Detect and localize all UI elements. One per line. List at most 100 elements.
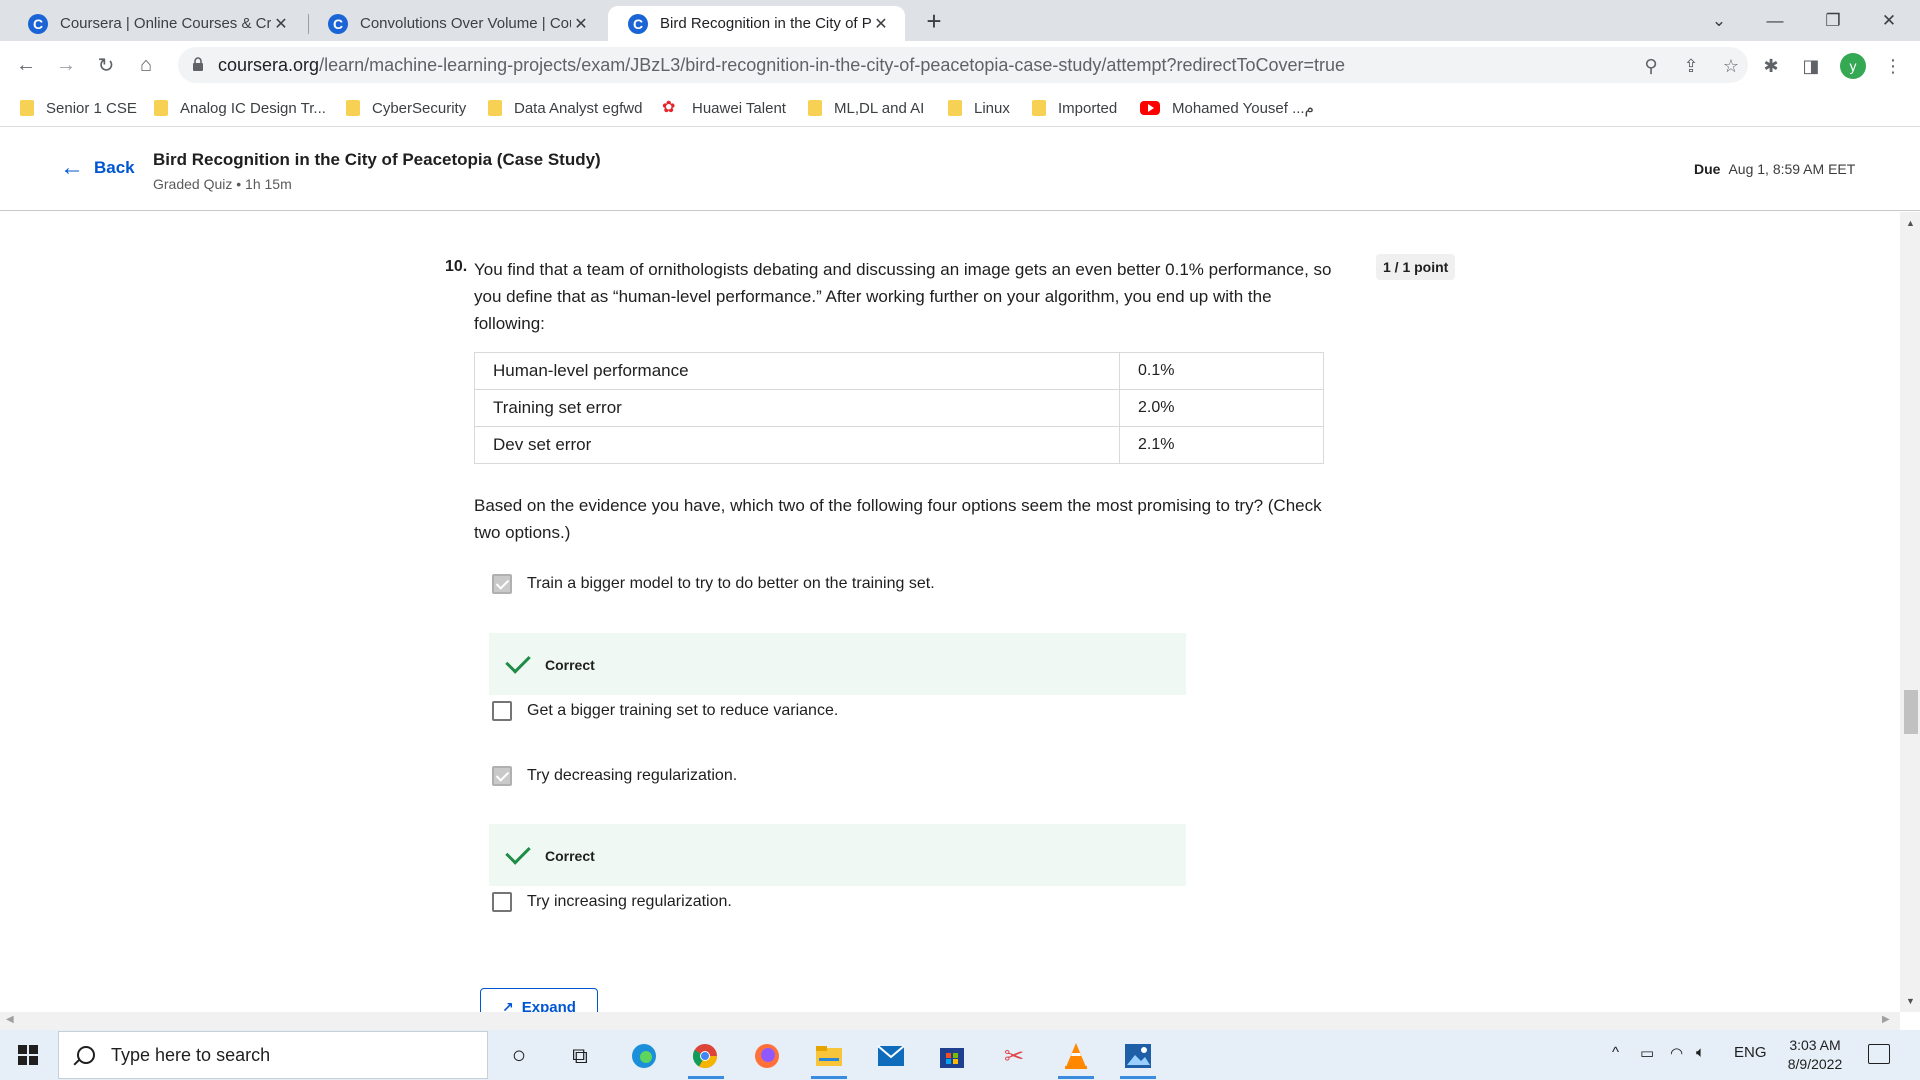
browser-tab-bird-recognition[interactable]: C Bird Recognition in the City of Pe ✕ [608,6,905,41]
option-label: Get a bigger training set to reduce vari… [527,702,839,719]
close-tab-icon[interactable]: ✕ [271,14,291,34]
photos-icon[interactable] [1122,1040,1154,1072]
bookmarks-bar: Senior 1 CSE Analog IC Design Tr... Cybe… [0,89,1920,127]
bookmark-analog-ic[interactable]: Analog IC Design Tr... [154,97,326,119]
vlc-icon[interactable] [1060,1040,1092,1072]
feedback-correct: Correct [489,824,1186,886]
new-tab-button[interactable]: + [920,8,948,36]
extensions-puzzle-icon[interactable]: ✱ [1758,53,1784,79]
restore-window-button[interactable]: ❐ [1810,0,1856,41]
mail-icon[interactable] [875,1040,907,1072]
taskbar-search-box[interactable]: Type here to search [58,1031,488,1079]
browser-tab-convolutions[interactable]: C Convolutions Over Volume | Cou ✕ [308,6,605,41]
taskbar-clock[interactable]: 3:03 AM 8/9/2022 [1770,1036,1860,1074]
minimize-window-button[interactable]: — [1752,0,1798,41]
windows-start-icon[interactable] [18,1045,38,1065]
close-tab-icon[interactable]: ✕ [871,14,891,34]
clock-time: 3:03 AM [1789,1037,1841,1053]
snipping-tool-icon[interactable]: ✂ [998,1040,1030,1072]
forward-arrow-icon[interactable]: → [50,49,82,81]
firefox-icon[interactable] [751,1040,783,1072]
browser-tab-coursera[interactable]: C Coursera | Online Courses & Cred ✕ [8,6,305,41]
bookmark-imported[interactable]: Imported [1032,97,1117,119]
option-increase-regularization[interactable]: Try increasing regularization. [492,891,732,913]
bookmark-mohamed-yousef[interactable]: Mohamed Yousef ...م [1140,97,1314,119]
bookmark-label: Linux [974,99,1010,117]
folder-icon [154,100,168,116]
quiz-content: 10. You find that a team of ornithologis… [0,212,1900,1012]
bookmark-label: Analog IC Design Tr... [180,99,326,117]
bookmark-label: Huawei Talent [692,99,786,117]
chrome-icon[interactable] [689,1040,721,1072]
bookmark-linux[interactable]: Linux [948,97,1010,119]
checkbox-checked[interactable] [492,766,512,786]
show-hidden-icons-chevron-icon[interactable]: ^ [1612,1044,1619,1061]
bookmark-data-analyst[interactable]: Data Analyst egfwd [488,97,642,119]
zoom-icon[interactable]: ⚲ [1638,53,1664,79]
horizontal-scrollbar[interactable]: ◀ ▶ [0,1012,1900,1030]
language-indicator[interactable]: ENG [1734,1044,1767,1061]
folder-icon [808,100,822,116]
reload-icon[interactable]: ↻ [90,49,122,81]
bookmark-label: Imported [1058,99,1118,117]
notification-center-icon[interactable] [1868,1044,1890,1064]
volume-icon[interactable]: 🔈︎ [1696,1044,1705,1061]
bookmark-ml-dl-ai[interactable]: ML,DL and AI [808,97,924,119]
bookmark-label: CyberSecurity [372,99,467,117]
quiz-title: Bird Recognition in the City of Peacetop… [153,150,601,169]
checkmark-icon [505,839,531,865]
due-value: Aug 1, 8:59 AM EET [1728,161,1856,177]
option-label: Try increasing regularization. [527,893,732,910]
table-cell-value: 2.1% [1119,426,1324,464]
store-icon[interactable] [936,1040,968,1072]
bookmark-huawei-talent[interactable]: ✿ Huawei Talent [662,97,786,119]
profile-avatar[interactable]: y [1840,53,1866,79]
quiz-header: ← Back Bird Recognition in the City of P… [0,128,1920,211]
option-bigger-training-set[interactable]: Get a bigger training set to reduce vari… [492,700,838,722]
due-label: Due [1694,161,1721,177]
edge-icon[interactable] [628,1040,660,1072]
scroll-right-icon[interactable]: ▶ [1882,1014,1890,1025]
task-view-icon[interactable]: ⧉ [564,1040,596,1072]
close-window-button[interactable]: ✕ [1866,0,1912,41]
bookmark-star-icon[interactable]: ☆ [1718,53,1744,79]
bookmark-cybersecurity[interactable]: CyberSecurity [346,97,466,119]
option-bigger-model[interactable]: Train a bigger model to try to do better… [492,573,935,595]
close-tab-icon[interactable]: ✕ [571,14,591,34]
checkbox-unchecked[interactable] [492,892,512,912]
table-cell-value: 0.1% [1119,352,1324,390]
feedback-label: Correct [545,848,595,864]
coursera-favicon-icon: C [28,13,48,34]
scroll-up-icon[interactable]: ▲ [1906,218,1915,228]
option-label: Train a bigger model to try to do better… [527,575,935,592]
scroll-down-icon[interactable]: ▼ [1906,996,1915,1006]
vertical-scrollbar[interactable]: ▲ ▼ [1900,212,1920,1012]
checkbox-checked[interactable] [492,574,512,594]
back-label: Back [94,158,135,177]
tab-title: Bird Recognition in the City of Pe [660,15,871,32]
scroll-left-icon[interactable]: ◀ [6,1014,14,1025]
bookmark-senior-1-cse[interactable]: Senior 1 CSE [20,97,137,119]
tab-title: Convolutions Over Volume | Cou [360,15,571,32]
option-decrease-regularization[interactable]: Try decreasing regularization. [492,765,737,787]
expand-button[interactable]: ↗ Expand [480,988,598,1012]
side-panel-icon[interactable]: ◨ [1798,53,1824,79]
share-icon[interactable]: ⇪ [1678,53,1704,79]
tab-search-chevron-icon[interactable]: ⌄ [1696,0,1742,41]
back-arrow-icon[interactable]: ← [10,49,42,81]
table-row: Dev set error 2.1% [474,426,1324,464]
checkbox-unchecked[interactable] [492,701,512,721]
cortana-icon[interactable]: ○ [503,1040,535,1072]
back-button[interactable]: ← Back [60,156,135,180]
file-explorer-icon[interactable] [813,1040,845,1072]
feedback-correct: Correct [489,633,1186,695]
wifi-icon[interactable]: ◠ [1670,1044,1683,1062]
scrollbar-thumb[interactable] [1904,690,1918,734]
browser-menu-icon[interactable]: ⋮ [1880,53,1906,79]
battery-icon[interactable]: ▭ [1640,1044,1654,1062]
expand-arrow-icon: ↗ [502,999,514,1012]
option-label: Try decreasing regularization. [527,767,738,784]
home-icon[interactable]: ⌂ [130,49,162,81]
due-date: Due Aug 1, 8:59 AM EET [1694,161,1855,177]
address-bar[interactable]: coursera.org/learn/machine-learning-proj… [178,47,1748,83]
